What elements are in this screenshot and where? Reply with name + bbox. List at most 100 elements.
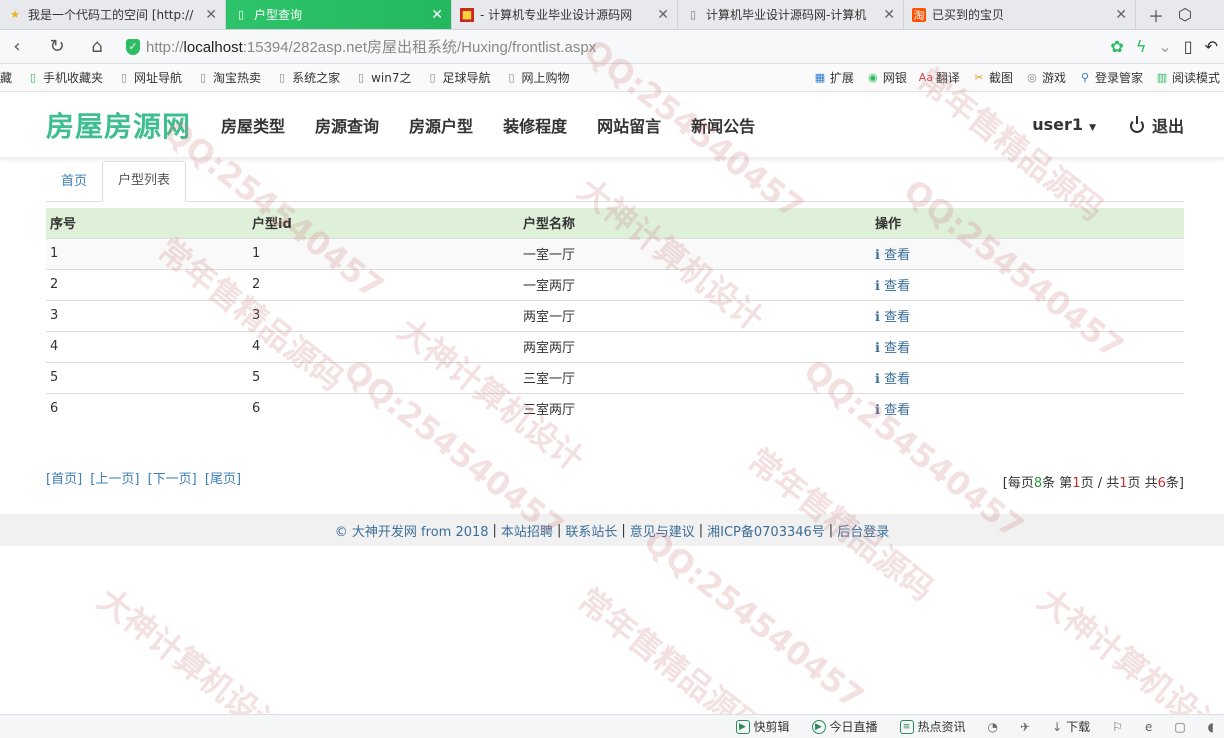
footer-link-admin[interactable]: 后台登录 (837, 521, 889, 540)
key-icon: ⚲ (1080, 71, 1089, 84)
pin-icon[interactable]: ✈ (1020, 720, 1030, 734)
page-icon: ▯ (279, 71, 286, 84)
close-icon[interactable]: ✕ (1115, 7, 1127, 23)
ie-icon[interactable]: e (1145, 720, 1152, 734)
security-icon[interactable]: ✿ (1110, 37, 1123, 56)
bookmark-item[interactable]: 藏 (0, 69, 12, 86)
bookmark-label: 藏 (0, 71, 13, 85)
first-page-link[interactable]: [首页] (46, 472, 82, 487)
lightning-icon[interactable]: ϟ (1136, 37, 1147, 56)
pager-text: [每页 (1002, 476, 1034, 491)
logout-button[interactable]: 退出 (1129, 113, 1184, 137)
browser-tab[interactable]: ▯ 计算机毕业设计源码网-计算机 ✕ (678, 0, 904, 29)
new-tab-icon[interactable]: ＋ (1148, 3, 1164, 27)
cell-id: 3 (248, 299, 519, 331)
pager-links: [首页] [上一页] [下一页] [尾页] (46, 468, 245, 491)
crumb-home[interactable]: 首页 (46, 163, 102, 201)
ebank-button[interactable]: ◉ 网银 (866, 69, 907, 86)
last-page-link[interactable]: [尾页] (205, 472, 241, 487)
reading-mode-button[interactable]: ▥ 阅读模式 (1155, 69, 1220, 86)
close-icon[interactable]: ✕ (883, 7, 895, 23)
browser-tab[interactable]: 淘 已买到的宝贝 ✕ (904, 0, 1136, 29)
footer-link-jobs[interactable]: 本站招聘 (501, 521, 553, 540)
refresh-status-icon[interactable]: ◔ (988, 720, 998, 734)
view-link[interactable]: ℹ 查看 (875, 403, 910, 418)
user-menu[interactable]: user1 ▼ (1032, 115, 1096, 134)
close-icon[interactable]: ✕ (431, 7, 443, 23)
bookmark-item[interactable]: ▯ 足球导航 (425, 69, 490, 86)
restore-icon[interactable]: ⬡ (1178, 5, 1192, 24)
bookmark-item[interactable]: ▯ 系统之家 (275, 69, 340, 86)
games-button[interactable]: ◎ 游戏 (1025, 69, 1066, 86)
bookmark-item[interactable]: ▯ 淘宝热卖 (196, 69, 261, 86)
menu-messages[interactable]: 网站留言 (597, 113, 661, 137)
gamepad-icon: ◎ (1027, 71, 1037, 84)
chevron-down-icon[interactable]: ⌄ (1158, 37, 1171, 56)
cell-no: 4 (46, 330, 248, 362)
view-link[interactable]: ℹ 查看 (875, 279, 910, 294)
user-area: user1 ▼ 退出 (1032, 113, 1184, 137)
tab-title: 计算机毕业设计源码网-计算机 (706, 8, 867, 22)
prev-page-link[interactable]: [上一页] (90, 472, 139, 487)
news-button[interactable]: ≡ 热点资讯 (899, 718, 966, 735)
translate-button[interactable]: Aa 翻译 (919, 69, 960, 86)
download-icon: ↓ (1052, 719, 1063, 734)
cell-name: 三室一厅 (519, 361, 871, 393)
info-icon: ℹ (875, 372, 880, 387)
quick-edit-button[interactable]: ▶ 快剪辑 (735, 718, 790, 735)
menu-house-layout[interactable]: 房源户型 (409, 113, 473, 137)
menu-news[interactable]: 新闻公告 (691, 113, 755, 137)
close-icon[interactable]: ✕ (205, 7, 217, 23)
next-page-link[interactable]: [下一页] (148, 472, 197, 487)
site-footer: © 大神开发网 from 2018 | 本站招聘 | 联系站长 | 意见与建议 | 湘I… (0, 514, 1224, 546)
view-link[interactable]: ℹ 查看 (875, 341, 910, 356)
page-icon: ▯ (121, 71, 128, 84)
page-icon: ▯ (358, 71, 365, 84)
home-icon[interactable]: ⌂ (86, 36, 108, 57)
flag-icon[interactable]: ⚐ (1112, 720, 1123, 734)
browser-tab[interactable]: ■ - 计算机专业毕业设计源码网 ✕ (452, 0, 678, 29)
menu-house-search[interactable]: 房源查询 (315, 113, 379, 137)
volume-icon[interactable]: ◖ (1208, 720, 1214, 734)
phone-icon[interactable]: ▯ (1184, 37, 1193, 56)
menu-decoration[interactable]: 装修程度 (503, 113, 567, 137)
table-row: 5 5 三室一厅 ℹ 查看 (46, 361, 1184, 393)
grid-icon: ▦ (814, 71, 826, 84)
download-button[interactable]: ↓ 下载 (1052, 718, 1090, 735)
bank-icon: ◉ (868, 71, 878, 84)
table-row: 1 1 一室一厅 ℹ 查看 (46, 237, 1184, 269)
back-icon[interactable]: ‹ (6, 36, 28, 57)
info-icon: ℹ (875, 248, 880, 263)
url-input[interactable]: ✓ http://localhost:15394/282asp.net房屋出租系… (126, 34, 1092, 60)
footer-link-feedback[interactable]: 意见与建议 (630, 521, 695, 540)
window-icon[interactable]: ▢ (1174, 720, 1185, 734)
view-link[interactable]: ℹ 查看 (875, 248, 910, 263)
reload-icon[interactable]: ↻ (46, 36, 68, 57)
undo-icon[interactable]: ↶ (1205, 37, 1218, 56)
cell-name: 两室两厅 (519, 330, 871, 362)
footer-link-icp[interactable]: 湘ICP备0703346号 (707, 521, 825, 540)
bookmark-item[interactable]: ▯ 网址导航 (117, 69, 182, 86)
browser-tab[interactable]: ★ 我是一个代码工的空间 [http:// ✕ (0, 0, 226, 29)
extensions-button[interactable]: ▦ 扩展 (813, 69, 854, 86)
view-link[interactable]: ℹ 查看 (875, 310, 910, 325)
col-header-action: 操作 (871, 208, 1184, 238)
table-row: 6 6 三室两厅 ℹ 查看 (46, 392, 1184, 424)
site-logo[interactable]: 房屋房源网 (46, 105, 191, 145)
tab-title: 已买到的宝贝 (932, 8, 1005, 22)
login-manager-button[interactable]: ⚲ 登录管家 (1078, 69, 1143, 86)
cell-no: 2 (46, 268, 248, 300)
browser-tab-active[interactable]: ▯ 户型查询 ✕ (226, 0, 452, 29)
status-label: 今日直播 (829, 720, 878, 734)
screenshot-button[interactable]: ✂ 截图 (972, 69, 1013, 86)
footer-link-contact[interactable]: 联系站长 (565, 521, 617, 540)
bookmark-label: 网上购物 (521, 71, 570, 85)
bookmark-item[interactable]: ▯ 手机收藏夹 (26, 69, 103, 86)
menu-house-type[interactable]: 房屋类型 (221, 113, 285, 137)
bookmark-item[interactable]: ▯ win7之 (354, 69, 411, 86)
view-link[interactable]: ℹ 查看 (875, 372, 910, 387)
bookmark-item[interactable]: ▯ 网上购物 (504, 69, 569, 86)
bookmarks-bar: 藏 ▯ 手机收藏夹 ▯ 网址导航 ▯ 淘宝热卖 ▯ 系统之家 ▯ win7之 ▯ 足球导航 … (0, 64, 1224, 92)
close-icon[interactable]: ✕ (657, 7, 669, 23)
live-button[interactable]: ▶ 今日直播 (811, 718, 878, 735)
